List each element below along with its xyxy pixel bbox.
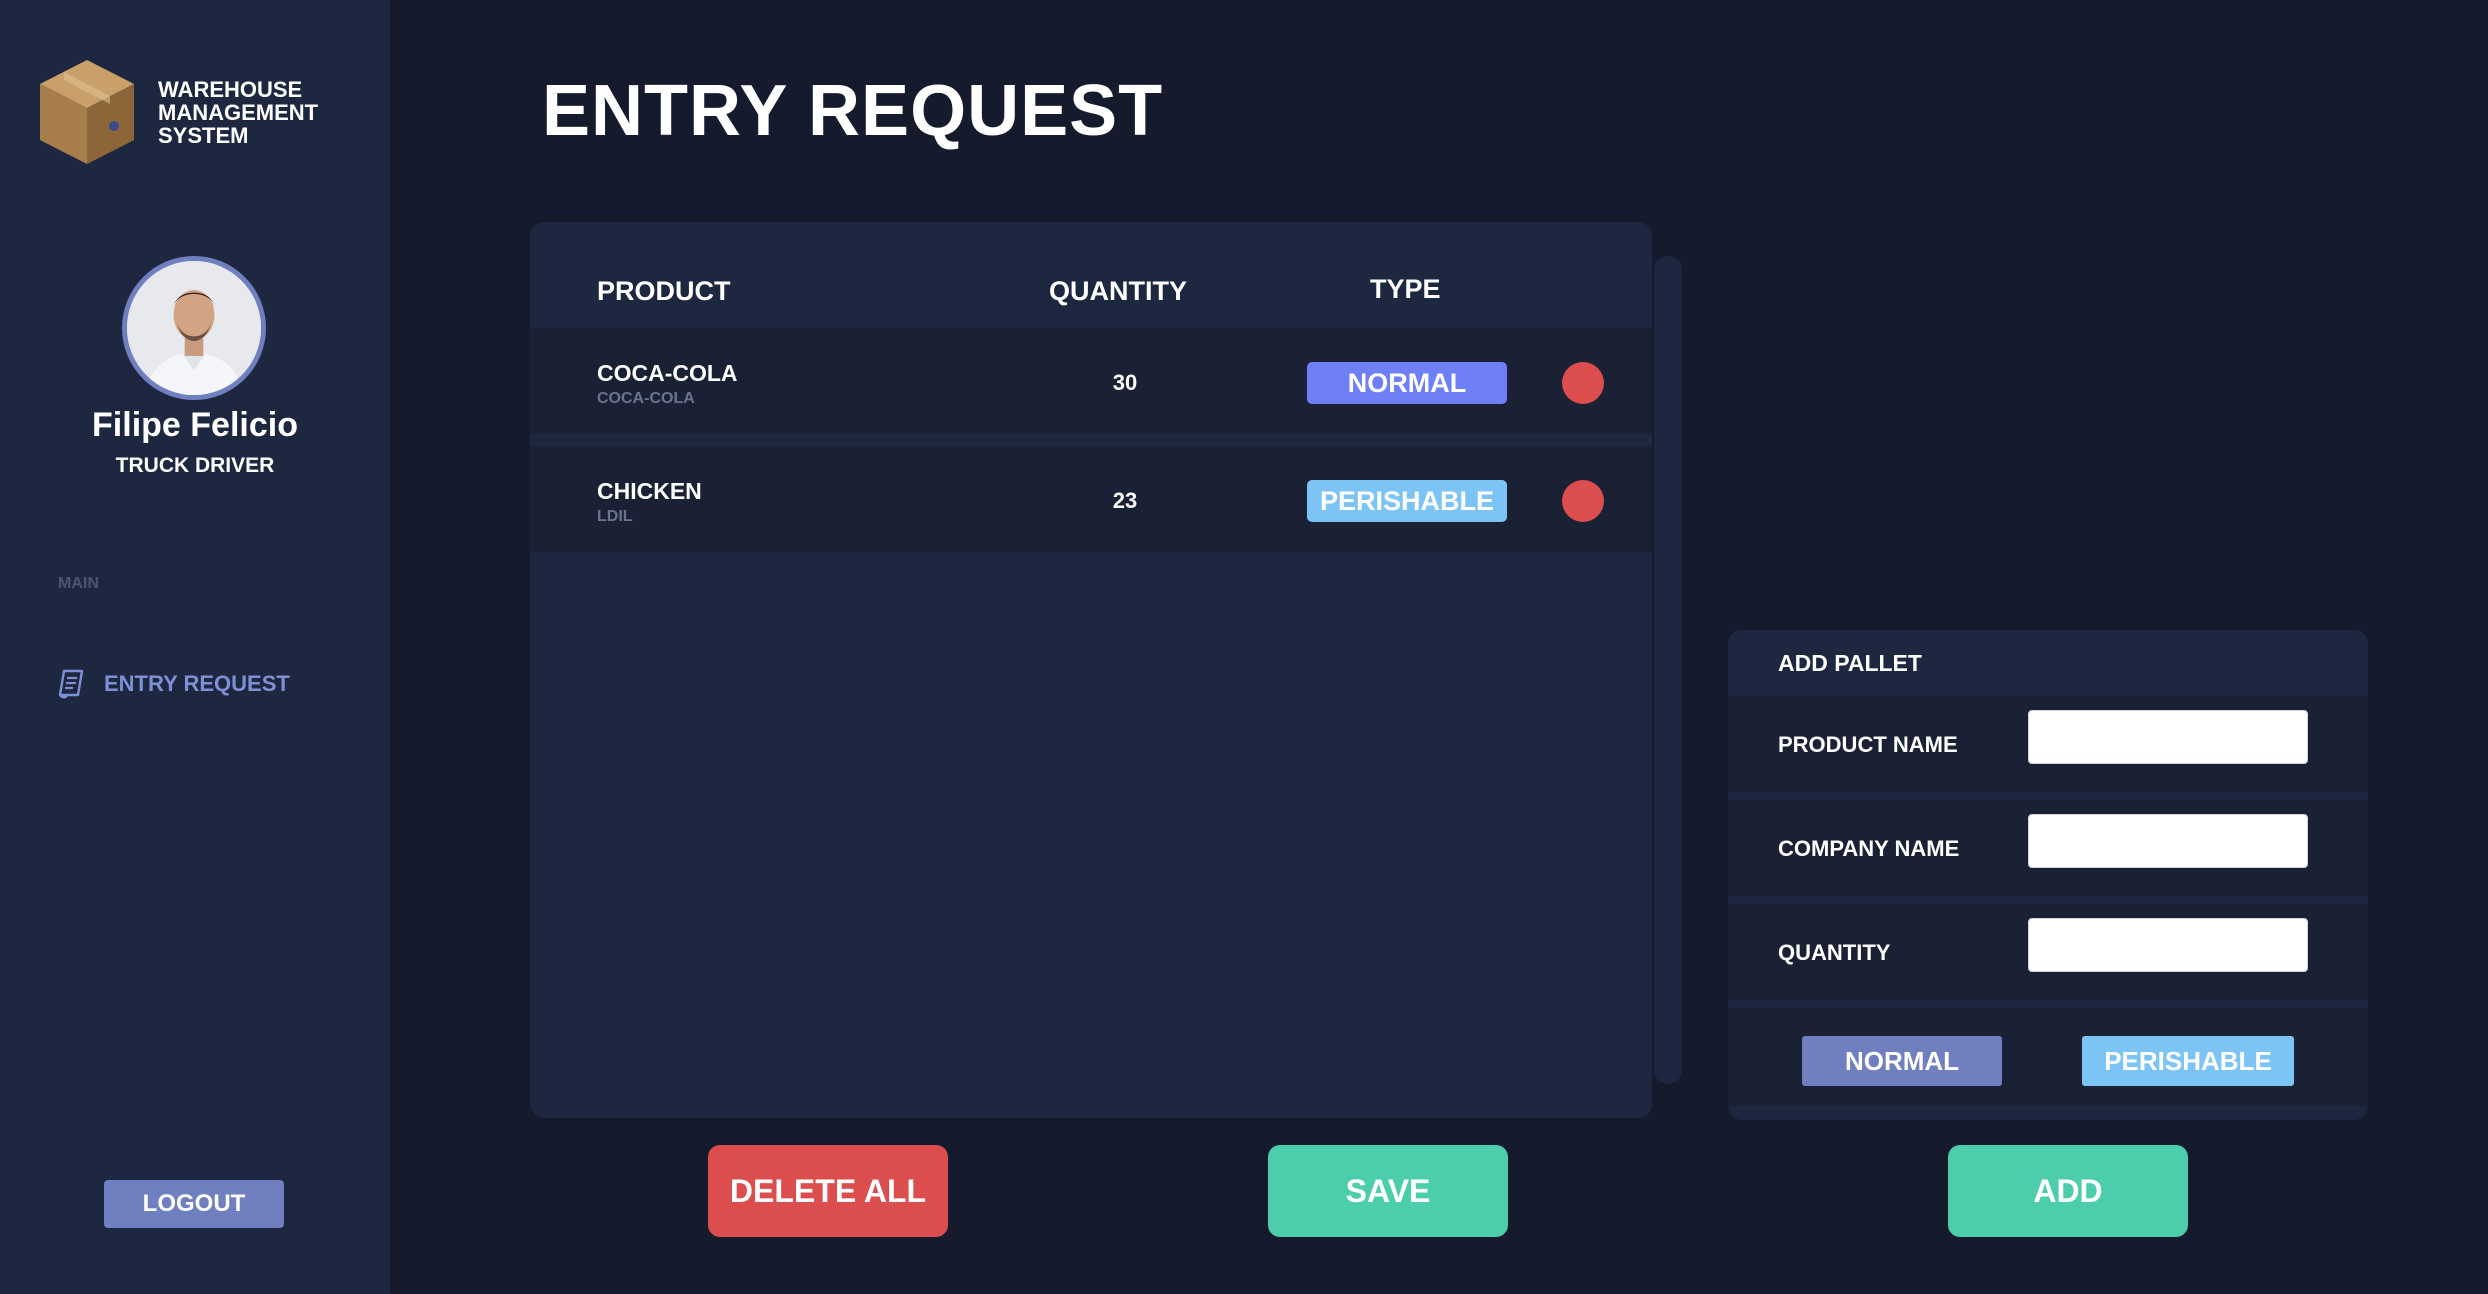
quantity-label: QUANTITY — [1778, 940, 1891, 965]
entry-table: PRODUCT QUANTITY TYPE COCA-COLA COCA-COL… — [530, 222, 1652, 1118]
table-row: CHICKEN LDIL 23 PERISHABLE — [530, 446, 1652, 552]
product-company: COCA-COLA — [597, 390, 695, 407]
sidebar: WAREHOUSE MANAGEMENT SYSTEM Filipe Felic… — [0, 0, 390, 1294]
remove-row-button[interactable] — [1562, 480, 1604, 522]
delete-all-button[interactable]: DELETE ALL — [708, 1145, 948, 1237]
sidebar-item-label: ENTRY REQUEST — [104, 671, 290, 696]
product-company: LDIL — [597, 508, 633, 525]
user-photo — [127, 261, 261, 395]
type-perishable-button[interactable]: PERISHABLE — [2082, 1036, 2294, 1086]
product-name: CHICKEN — [597, 478, 702, 504]
avatar — [122, 256, 266, 400]
brand: WAREHOUSE MANAGEMENT SYSTEM — [36, 56, 338, 168]
form-row: COMPANY NAME — [1728, 800, 2368, 896]
form-row: PRODUCT NAME — [1728, 696, 2368, 792]
type-badge: NORMAL — [1307, 362, 1507, 404]
type-badge: PERISHABLE — [1307, 480, 1507, 522]
page-title: ENTRY REQUEST — [542, 71, 1164, 151]
column-header-type: TYPE — [1370, 274, 1441, 304]
add-button[interactable]: ADD — [1948, 1145, 2188, 1237]
product-name-input[interactable] — [2028, 710, 2308, 764]
company-name-input[interactable] — [2028, 814, 2308, 868]
receipt-icon — [58, 669, 84, 699]
type-normal-button[interactable]: NORMAL — [1802, 1036, 2002, 1086]
table-row: COCA-COLA COCA-COLA 30 NORMAL — [530, 328, 1652, 434]
product-name-label: PRODUCT NAME — [1778, 732, 1958, 757]
save-button[interactable]: SAVE — [1268, 1145, 1508, 1237]
form-row: NORMAL PERISHABLE — [1728, 1008, 2368, 1106]
column-header-quantity: QUANTITY — [1049, 276, 1187, 306]
remove-row-button[interactable] — [1562, 362, 1604, 404]
user-role: TRUCK DRIVER — [115, 454, 275, 477]
form-row: QUANTITY — [1728, 904, 2368, 1000]
sidebar-section-label: MAIN — [58, 575, 99, 592]
form-title: ADD PALLET — [1778, 650, 1922, 676]
table-header: PRODUCT QUANTITY TYPE — [530, 222, 1652, 326]
product-name: COCA-COLA — [597, 360, 738, 386]
brand-title: WAREHOUSE MANAGEMENT SYSTEM — [158, 76, 319, 148]
logout-button[interactable]: LOGOUT — [104, 1180, 284, 1228]
quantity-input[interactable] — [2028, 918, 2308, 972]
product-quantity: 30 — [1112, 370, 1138, 395]
user-name: Filipe Felicio — [92, 406, 298, 444]
company-name-label: COMPANY NAME — [1778, 836, 1960, 861]
column-header-product: PRODUCT — [597, 276, 731, 306]
cardboard-box-icon — [40, 60, 134, 164]
sidebar-item-entry-request[interactable]: ENTRY REQUEST — [56, 668, 290, 700]
add-pallet-form: ADD PALLET PRODUCT NAME COMPANY NAME QUA… — [1728, 630, 2368, 1120]
product-quantity: 23 — [1112, 488, 1138, 513]
table-scrollbar[interactable] — [1654, 256, 1682, 1084]
